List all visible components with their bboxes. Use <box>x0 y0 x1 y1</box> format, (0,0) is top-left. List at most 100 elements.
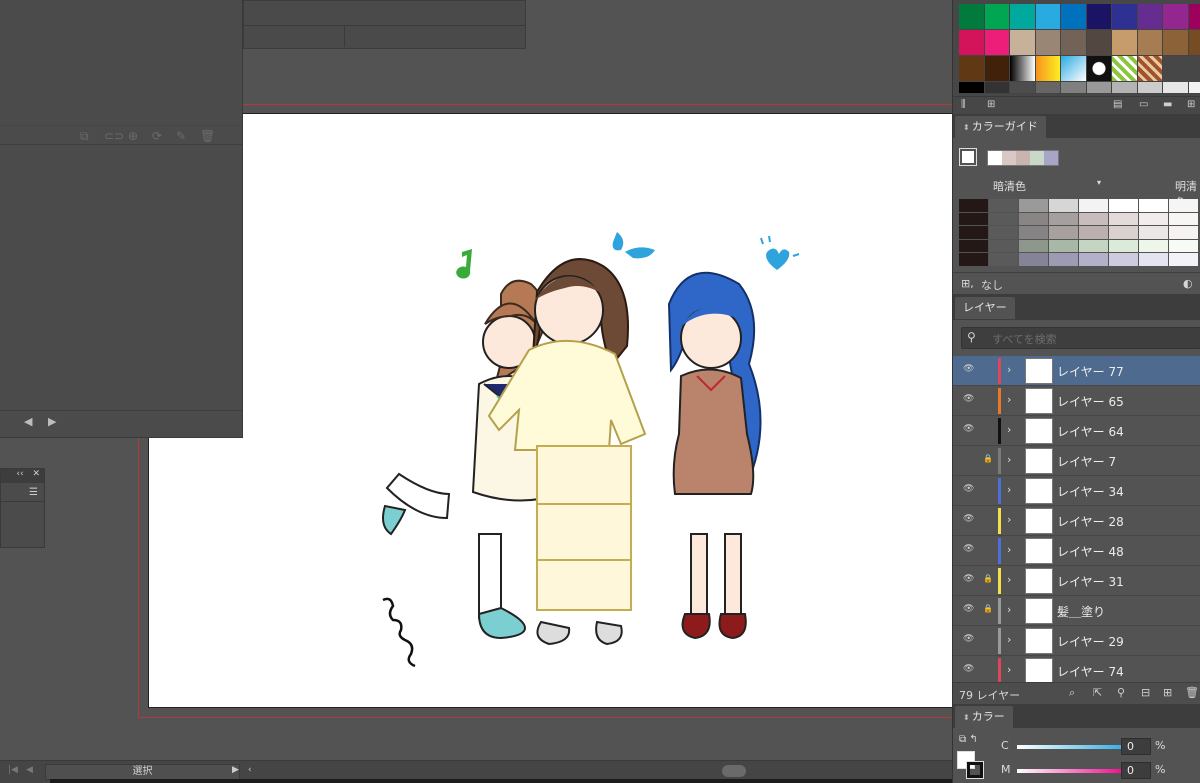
tab-layers[interactable]: レイヤー <box>955 297 1015 319</box>
color-swatch[interactable] <box>1086 4 1112 30</box>
visibility-eye-icon[interactable]: 👁 <box>963 394 974 404</box>
variation-swatch[interactable] <box>1139 226 1169 240</box>
base-color-swatch[interactable] <box>959 148 977 166</box>
layer-row[interactable]: 👁 › レイヤー 48 <box>953 536 1200 566</box>
layer-row[interactable]: 👁 › レイヤー 34 <box>953 476 1200 506</box>
close-icon[interactable]: ✕ <box>32 469 40 479</box>
tab-color-guide[interactable]: ⬍ カラーガイド <box>955 116 1046 138</box>
color-swatch[interactable] <box>1035 4 1061 30</box>
visibility-eye-icon[interactable]: 👁 <box>963 664 974 674</box>
swatch-group-icon[interactable]: ⊞, <box>961 277 974 290</box>
layer-row[interactable]: 👁 › レイヤー 28 <box>953 506 1200 536</box>
visibility-eye-icon[interactable]: 👁 <box>963 484 974 494</box>
variation-swatch[interactable] <box>1079 253 1109 267</box>
new-layer-icon[interactable]: ⊞ <box>1163 686 1172 699</box>
layer-row[interactable]: 👁 › レイヤー 77 <box>953 356 1200 386</box>
expand-chevron-icon[interactable]: › <box>1007 603 1011 616</box>
chevron-down-icon[interactable]: ▾ <box>1097 178 1101 187</box>
export-icon[interactable]: ⇱ <box>1093 686 1102 699</box>
variation-swatch[interactable] <box>1109 226 1139 240</box>
folder-icon[interactable]: ▬ <box>1163 99 1172 110</box>
variation-swatch[interactable] <box>1079 239 1109 254</box>
new-swatch-icon[interactable]: ⊞ <box>1187 99 1195 110</box>
color-swatch[interactable] <box>1137 82 1163 94</box>
harmony-color[interactable] <box>1030 151 1044 165</box>
expand-chevron-icon[interactable]: › <box>1007 513 1011 526</box>
tab-color[interactable]: ⬍ カラー <box>955 706 1013 728</box>
lock-icon[interactable]: 🔒 <box>983 574 993 583</box>
color-wheel-icon[interactable]: ◐ <box>1183 277 1193 290</box>
variation-swatch[interactable] <box>959 239 989 254</box>
color-swatch[interactable] <box>984 30 1010 56</box>
place-icon[interactable]: ⊕ <box>128 129 138 143</box>
color-swatch[interactable] <box>1086 30 1112 56</box>
variation-swatch[interactable] <box>989 199 1019 213</box>
color-swatch[interactable] <box>1137 56 1163 82</box>
swatch-kind-icon[interactable]: ⊞ <box>987 99 995 110</box>
color-swatch[interactable] <box>1086 56 1112 82</box>
variation-swatch[interactable] <box>1109 199 1139 213</box>
variation-swatch[interactable] <box>959 199 989 213</box>
layer-name[interactable]: レイヤー 65 <box>1057 393 1124 410</box>
color-swatch[interactable] <box>1035 82 1061 94</box>
color-swatch[interactable] <box>984 4 1010 30</box>
expand-chevron-icon[interactable]: › <box>1007 543 1011 556</box>
layer-row[interactable]: 👁 › レイヤー 74 <box>953 656 1200 682</box>
new-layer-icon[interactable]: ⧉ <box>80 129 89 144</box>
prev-page-icon[interactable]: ◀ <box>26 765 33 775</box>
layer-row[interactable]: 👁 › レイヤー 65 <box>953 386 1200 416</box>
harmony-color[interactable] <box>1002 151 1016 165</box>
color-swatch[interactable] <box>1137 30 1163 56</box>
swatch-options-icon[interactable]: ▤ <box>1113 99 1122 110</box>
variation-swatch[interactable] <box>1139 199 1169 213</box>
color-swatch[interactable] <box>1061 82 1087 94</box>
color-swatch[interactable] <box>1137 4 1163 30</box>
layer-row[interactable]: 👁 › レイヤー 29 <box>953 626 1200 656</box>
variation-swatch[interactable] <box>989 226 1019 240</box>
expand-chevron-icon[interactable]: › <box>1007 423 1011 436</box>
variation-swatch[interactable] <box>989 239 1019 254</box>
harmony-color[interactable] <box>988 151 1002 165</box>
variation-swatch[interactable] <box>1079 199 1109 213</box>
color-swatch[interactable] <box>1086 82 1112 94</box>
variation-swatch[interactable] <box>1019 226 1049 240</box>
color-swatch[interactable] <box>1010 4 1036 30</box>
locate-object-icon[interactable]: ⌕ <box>1069 686 1075 700</box>
magenta-value-input[interactable]: 0 <box>1121 762 1151 779</box>
library-icon[interactable]: ⫼ <box>961 99 966 110</box>
color-swatch[interactable] <box>1188 4 1200 30</box>
edit-icon[interactable]: ✎ <box>176 129 186 143</box>
expand-chevron-icon[interactable]: › <box>1007 393 1011 406</box>
color-swatch[interactable] <box>1163 82 1189 94</box>
color-swatch[interactable] <box>1163 30 1189 56</box>
color-swatch[interactable] <box>959 30 985 56</box>
collapse-icon[interactable]: ‹‹ <box>16 469 23 479</box>
layer-name[interactable]: レイヤー 29 <box>1057 633 1124 650</box>
harmony-color[interactable] <box>1016 151 1030 165</box>
color-swatch[interactable] <box>1010 82 1036 94</box>
color-swatch[interactable] <box>984 56 1010 82</box>
variation-swatch[interactable] <box>1019 253 1049 267</box>
variation-swatch[interactable] <box>1049 212 1079 227</box>
variation-swatch[interactable] <box>1079 226 1109 240</box>
variation-swatch[interactable] <box>1049 253 1079 267</box>
color-swatch[interactable] <box>1010 56 1036 82</box>
new-sublayer-icon[interactable]: ⊟ <box>1141 686 1150 699</box>
expand-chevron-icon[interactable]: › <box>1007 573 1011 586</box>
variation-swatch[interactable] <box>989 212 1019 227</box>
color-swatch[interactable] <box>1010 30 1036 56</box>
color-swatch[interactable] <box>1035 56 1061 82</box>
layer-name[interactable]: レイヤー 64 <box>1057 423 1124 440</box>
harmony-rules-strip[interactable] <box>987 150 1059 166</box>
layer-name[interactable]: レイヤー 74 <box>1057 663 1124 680</box>
variation-swatch[interactable] <box>1109 253 1139 267</box>
color-swatch[interactable] <box>1035 30 1061 56</box>
color-swatch[interactable] <box>1061 56 1087 82</box>
scroll-left-icon[interactable]: ‹ <box>248 765 252 775</box>
variation-swatch[interactable] <box>1169 239 1199 254</box>
variation-swatch[interactable] <box>1019 199 1049 213</box>
variation-swatch[interactable] <box>1139 253 1169 267</box>
first-page-icon[interactable]: |◀ <box>8 765 18 775</box>
color-swatch[interactable] <box>1061 4 1087 30</box>
prev-arrow-icon[interactable]: ◀ <box>24 415 32 428</box>
